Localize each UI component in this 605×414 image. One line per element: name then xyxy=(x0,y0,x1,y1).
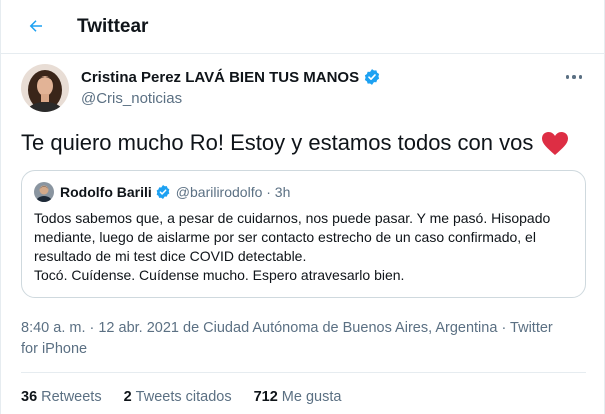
quotes-stat[interactable]: 2 Tweets citados xyxy=(124,389,232,405)
quoted-author-avatar xyxy=(34,182,54,202)
quoted-text-line: mediante, luego de aislarme por ser cont… xyxy=(34,229,536,245)
retweets-label: Retweets xyxy=(41,389,102,405)
meta-line: for iPhone xyxy=(21,341,88,357)
header-bar: Twittear xyxy=(1,0,604,54)
quoted-author-name: Rodolfo Barili xyxy=(60,184,152,200)
verified-badge-icon xyxy=(363,68,381,86)
quotes-label: Tweets citados xyxy=(135,389,232,405)
quoted-text-line: resultado de mi test dice COVID detectab… xyxy=(34,248,307,264)
likes-stat[interactable]: 712 Me gusta xyxy=(254,389,342,405)
back-arrow-icon xyxy=(29,20,42,32)
divider xyxy=(21,372,586,373)
likes-count: 712 xyxy=(253,389,278,405)
quoted-author-meta: @barilirodolfo · 3h xyxy=(175,184,291,200)
tweet-stats: 36 Retweets 2 Tweets citados 712 Me gusta xyxy=(21,389,341,405)
tweet-text-content: Te quiero mucho Ro! Estoy y estamos todo… xyxy=(21,130,534,155)
page-title: Twittear xyxy=(77,16,149,37)
more-options-icon[interactable] xyxy=(565,70,582,84)
quoted-tweet-text: Todos sabemos que, a pesar de cuidarnos,… xyxy=(34,209,574,285)
back-button[interactable] xyxy=(21,11,51,41)
tweet-text: Te quiero mucho Ro! Estoy y estamos todo… xyxy=(21,130,591,156)
red-heart-emoji-icon xyxy=(541,131,569,156)
tweet-timestamp-source[interactable]: 8:40 a. m. · 12 abr. 2021 de Ciudad Autó… xyxy=(21,318,586,360)
retweets-count: 36 xyxy=(21,389,38,405)
quoted-tweet-card[interactable]: Rodolfo Barili @barilirodolfo · 3h Todos… xyxy=(21,170,586,298)
author-handle[interactable]: @Cris_noticias xyxy=(81,90,182,107)
author-name[interactable]: Cristina Perez LAVÁ BIEN TUS MANOS xyxy=(81,68,381,86)
author-name-text: Cristina Perez LAVÁ BIEN TUS MANOS xyxy=(81,68,360,86)
tweet-page: Twittear Cristina Perez LAVÁ BIEN TUS MA… xyxy=(0,0,605,414)
quoted-author: Rodolfo Barili @barilirodolfo · 3h xyxy=(60,184,290,200)
quoted-text-line: Todos sabemos que, a pesar de cuidarnos,… xyxy=(34,210,551,226)
quoted-text-line: Tocó. Cuídense. Cuídense mucho. Espero a… xyxy=(34,267,405,283)
author-avatar[interactable] xyxy=(21,64,69,112)
meta-line: 8:40 a. m. · 12 abr. 2021 de Ciudad Autó… xyxy=(21,320,553,336)
likes-label: Me gusta xyxy=(281,389,342,405)
verified-badge-icon xyxy=(155,184,171,200)
quotes-count: 2 xyxy=(123,389,132,405)
retweets-stat[interactable]: 36 Retweets xyxy=(21,389,102,405)
